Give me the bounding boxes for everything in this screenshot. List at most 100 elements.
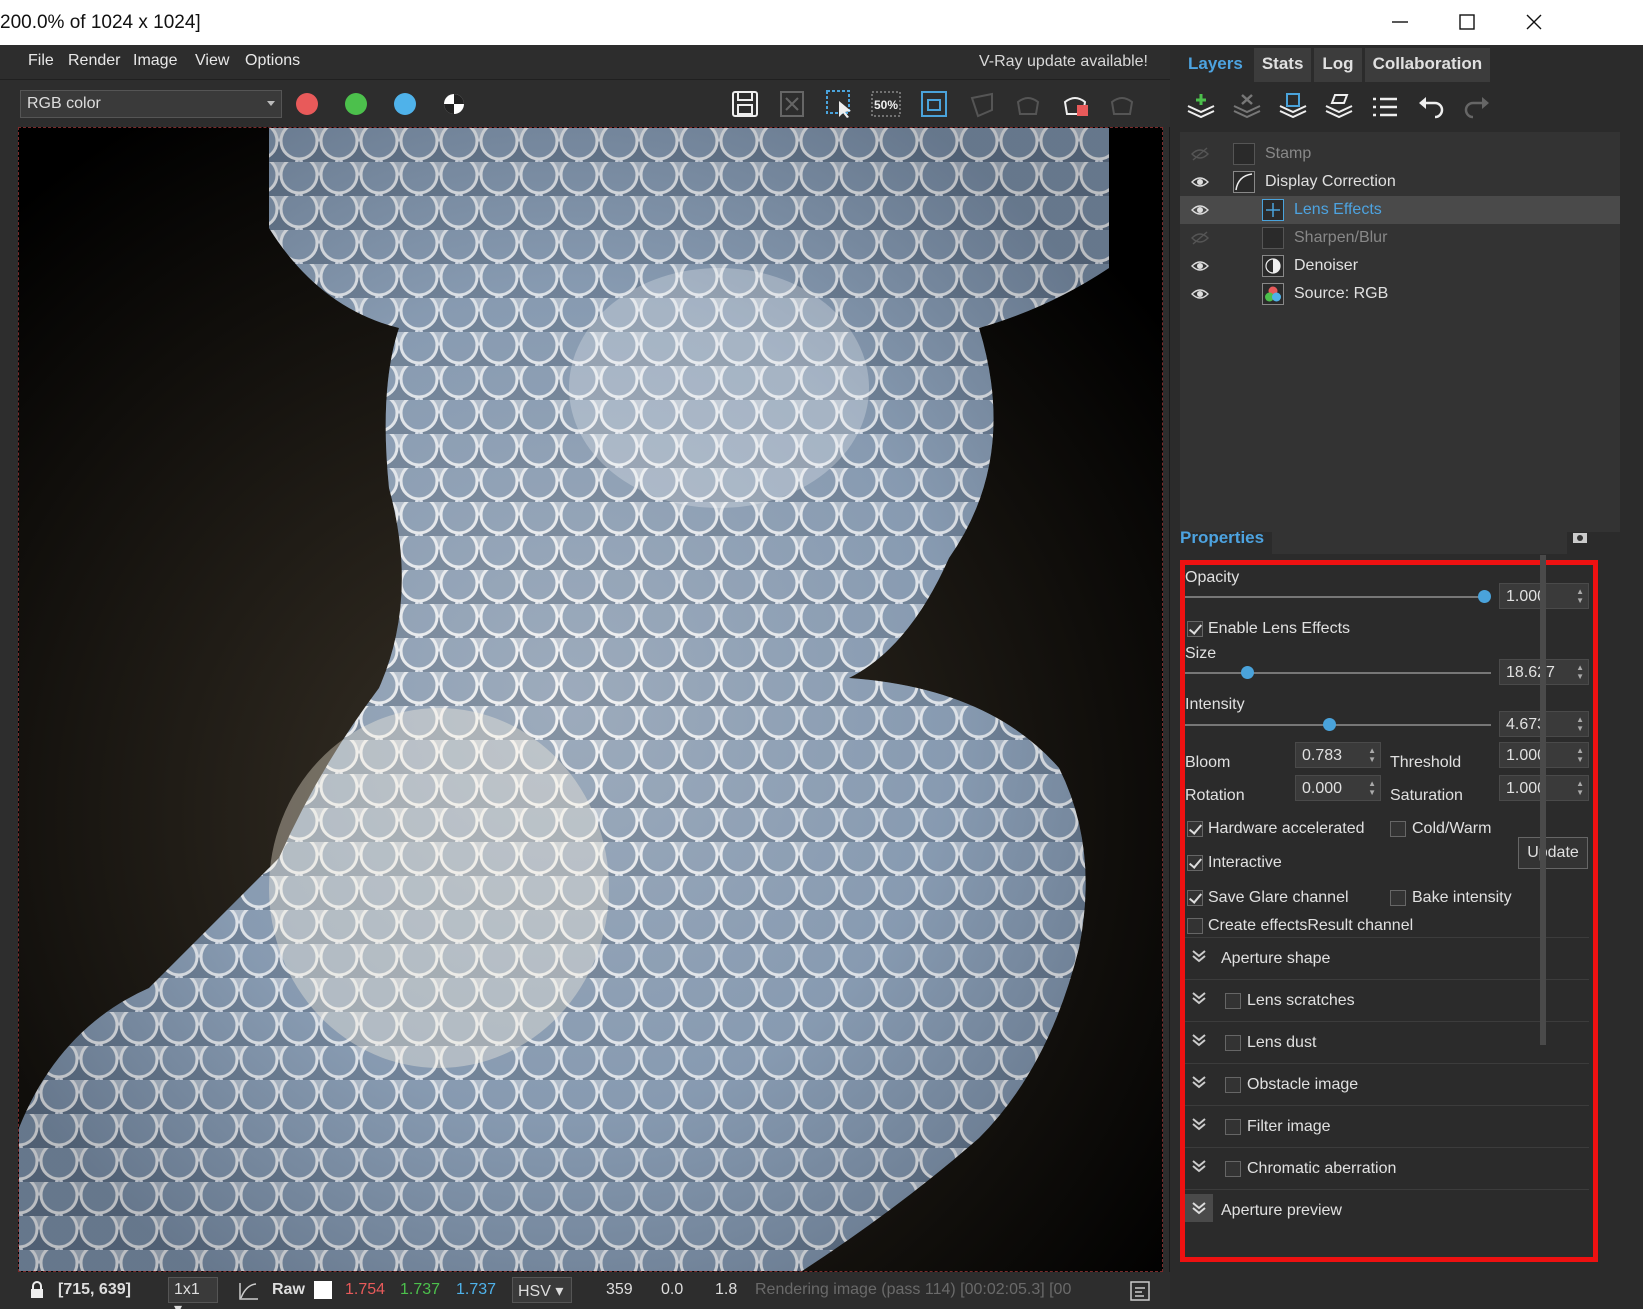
section-obstacle-image[interactable]: Obstacle image [1185, 1063, 1589, 1105]
layer-source-rgb[interactable]: Source: RGB [1180, 280, 1620, 308]
section-lens-scratches[interactable]: Lens scratches [1185, 979, 1589, 1021]
color-space-select[interactable]: HSV ▾ [512, 1277, 572, 1303]
spinner-arrows-icon[interactable]: ▲ ▼ [1576, 587, 1584, 605]
minimize-button[interactable] [1370, 4, 1430, 40]
visibility-icon[interactable] [1190, 258, 1210, 274]
save-image-button[interactable] [725, 86, 765, 122]
section-chromatic-aberration[interactable]: Chromatic aberration [1185, 1147, 1589, 1189]
size-slider-handle[interactable] [1241, 666, 1254, 679]
layer-sharpen-blur[interactable]: Sharpen/Blur [1180, 224, 1620, 252]
menu-file[interactable]: File [28, 52, 54, 70]
update-notice[interactable]: V-Ray update available! [979, 53, 1148, 71]
region-select-button[interactable] [820, 86, 860, 122]
section-aperture-preview[interactable]: Aperture preview [1185, 1189, 1589, 1231]
render-region-button[interactable] [962, 86, 1002, 122]
layer-lens-effects[interactable]: Lens Effects [1180, 196, 1620, 224]
fit-view-button[interactable] [914, 86, 954, 122]
create-effects-result-checkbox[interactable] [1187, 918, 1203, 934]
lens-scratches-checkbox[interactable] [1225, 993, 1241, 1009]
log-icon[interactable] [1130, 1281, 1150, 1306]
lens-dust-checkbox[interactable] [1225, 1035, 1241, 1051]
hardware-accelerated-checkbox[interactable] [1187, 821, 1203, 837]
visibility-off-icon[interactable] [1190, 230, 1210, 246]
expand-chevron-icon[interactable] [1191, 990, 1207, 1006]
spinner-arrows-icon[interactable]: ▲ ▼ [1576, 779, 1584, 797]
tab-stats[interactable]: Stats [1253, 48, 1312, 82]
spinner-arrows-icon[interactable]: ▲ ▼ [1368, 779, 1376, 797]
menu-view[interactable]: View [195, 52, 229, 70]
blue-channel-toggle[interactable] [394, 93, 416, 115]
close-button[interactable] [1504, 4, 1564, 40]
curve-icon[interactable] [238, 1281, 260, 1306]
save-layers-button[interactable] [1274, 89, 1312, 125]
section-filter-image[interactable]: Filter image [1185, 1105, 1589, 1147]
spinner-arrows-icon[interactable]: ▲ ▼ [1576, 663, 1584, 681]
visibility-icon[interactable] [1190, 202, 1210, 218]
size-slider[interactable] [1185, 666, 1491, 679]
bloom-spinner[interactable]: 0.783 ▲ ▼ [1295, 742, 1381, 768]
expand-chevron-icon[interactable] [1191, 1200, 1207, 1216]
clear-image-button[interactable] [772, 86, 812, 122]
alpha-channel-toggle[interactable] [434, 86, 474, 122]
maximize-button[interactable] [1437, 4, 1497, 40]
red-channel-toggle[interactable] [296, 93, 318, 115]
green-channel-toggle[interactable] [345, 93, 367, 115]
visibility-icon[interactable] [1190, 174, 1210, 190]
obstacle-image-checkbox[interactable] [1225, 1077, 1241, 1093]
filter-image-checkbox[interactable] [1225, 1119, 1241, 1135]
enable-lens-effects-checkbox[interactable] [1187, 621, 1203, 637]
delete-layer-button[interactable] [1228, 89, 1266, 125]
interactive-checkbox[interactable] [1187, 855, 1203, 871]
maximize-icon [1459, 14, 1475, 30]
channel-select[interactable]: RGB color [20, 90, 282, 118]
bake-intensity-checkbox[interactable] [1390, 890, 1406, 906]
tab-log[interactable]: Log [1314, 48, 1362, 82]
expand-chevron-icon[interactable] [1191, 1158, 1207, 1174]
lock-icon[interactable] [28, 1281, 46, 1304]
stop-render-button[interactable] [1056, 86, 1096, 122]
opacity-slider-handle[interactable] [1478, 590, 1491, 603]
intensity-slider[interactable] [1185, 718, 1491, 731]
menu-image[interactable]: Image [133, 52, 177, 70]
rotation-spinner[interactable]: 0.000 ▲ ▼ [1295, 775, 1381, 801]
expand-chevron-icon[interactable] [1191, 948, 1207, 964]
expand-chevron-icon[interactable] [1191, 1074, 1207, 1090]
visibility-icon[interactable] [1190, 286, 1210, 302]
layer-display-correction[interactable]: Display Correction [1180, 168, 1620, 196]
tab-collaboration[interactable]: Collaboration [1364, 48, 1491, 82]
add-layer-button[interactable] [1182, 89, 1220, 125]
menu-render[interactable]: Render [68, 52, 120, 70]
intensity-slider-handle[interactable] [1323, 718, 1336, 731]
section-aperture-shape[interactable]: Aperture shape [1185, 937, 1589, 979]
visibility-off-icon[interactable] [1190, 146, 1210, 162]
section-lens-dust[interactable]: Lens dust [1185, 1021, 1589, 1063]
menu-options[interactable]: Options [245, 52, 300, 70]
layer-denoiser[interactable]: Denoiser [1180, 252, 1620, 280]
chevron-down-icon [267, 101, 275, 106]
undo-button[interactable] [1412, 89, 1450, 125]
chromatic-aberration-checkbox[interactable] [1225, 1161, 1241, 1177]
opacity-slider[interactable] [1185, 590, 1491, 603]
spinner-arrows-icon[interactable]: ▲ ▼ [1576, 715, 1584, 733]
load-layers-button[interactable] [1320, 89, 1358, 125]
layer-stamp[interactable]: Stamp [1180, 140, 1620, 168]
cold-warm-checkbox[interactable] [1390, 821, 1406, 837]
layer-presets-button[interactable] [1366, 89, 1404, 125]
raw-toggle[interactable]: Raw [272, 1281, 305, 1299]
tab-layers[interactable]: Layers [1180, 48, 1251, 82]
render-button[interactable] [1102, 86, 1142, 122]
render-interactive-button[interactable] [1008, 86, 1048, 122]
update-button[interactable]: Update [1518, 837, 1588, 869]
camera-icon[interactable] [1572, 530, 1588, 549]
redo-button[interactable] [1458, 89, 1496, 125]
save-glare-channel-checkbox[interactable] [1187, 890, 1203, 906]
add-layer-icon [1187, 94, 1215, 119]
render-viewport[interactable] [18, 127, 1163, 1272]
expand-chevron-icon[interactable] [1191, 1032, 1207, 1048]
sample-size-select[interactable]: 1x1 ▾ [168, 1277, 218, 1309]
zoom-50-button[interactable]: 50% [866, 86, 906, 122]
spinner-arrows-icon[interactable]: ▲ ▼ [1368, 746, 1376, 764]
expand-chevron-icon[interactable] [1191, 1116, 1207, 1132]
properties-scrollbar[interactable] [1540, 555, 1546, 1045]
spinner-arrows-icon[interactable]: ▲ ▼ [1576, 746, 1584, 764]
